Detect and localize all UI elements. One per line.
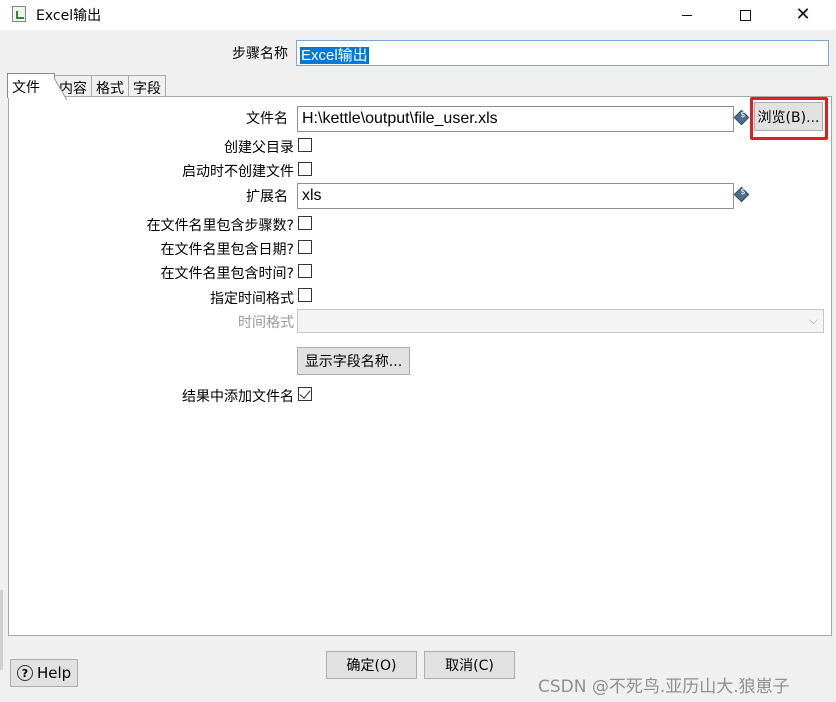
include-stepnr-checkbox[interactable] (298, 216, 312, 230)
include-time-label: 在文件名里包含时间? (160, 266, 294, 282)
close-button[interactable]: ✕ (780, 0, 826, 30)
include-time-checkbox[interactable] (298, 264, 312, 278)
date-format-select[interactable]: ⌵ (297, 309, 824, 333)
step-name-label: 步骤名称 (232, 46, 288, 62)
tab-file[interactable]: 文件 (7, 73, 55, 98)
minimize-button[interactable] (664, 0, 710, 30)
show-field-names-label: 显示字段名称... (304, 354, 403, 370)
no-create-on-start-label: 启动时不创建文件 (182, 164, 294, 180)
background-window-edge (0, 590, 3, 670)
tab-bar: 文件 内容 格式 字段 (7, 73, 166, 98)
browse-highlight-box (750, 97, 828, 140)
extension-input[interactable]: xls (297, 183, 734, 209)
ok-button-label: 确定(O) (346, 658, 397, 674)
filename-label: 文件名 (246, 111, 288, 127)
watermark: CSDN @不死鸟.亚历山大.狼崽子 (538, 677, 790, 697)
close-icon: ✕ (795, 4, 811, 25)
include-date-checkbox[interactable] (298, 240, 312, 254)
step-name-input[interactable]: Excel输出 (296, 40, 829, 66)
chevron-down-icon: ⌵ (808, 313, 818, 327)
cancel-button[interactable]: 取消(C) (424, 651, 515, 679)
extension-label: 扩展名 (246, 189, 288, 205)
excel-output-step-icon (12, 6, 26, 22)
cancel-button-label: 取消(C) (445, 658, 494, 674)
specify-date-format-checkbox[interactable] (298, 288, 312, 302)
add-to-result-label: 结果中添加文件名 (182, 389, 294, 405)
step-name-value: Excel输出 (300, 47, 369, 64)
tab-format[interactable]: 格式 (91, 75, 129, 97)
include-stepnr-label: 在文件名里包含步骤数? (146, 218, 294, 234)
file-tab-panel (8, 96, 832, 636)
excel-output-dialog: Excel输出 ✕ 步骤名称 Excel输出 文件 内容 格式 字段 文件名 H… (0, 0, 836, 702)
minimize-icon (682, 14, 692, 16)
help-icon: ? (17, 665, 33, 681)
create-parent-dir-checkbox[interactable] (298, 138, 312, 152)
no-create-on-start-checkbox[interactable] (298, 162, 312, 176)
filename-input[interactable]: H:\kettle\output\file_user.xls (297, 106, 734, 132)
help-button[interactable]: ? Help (10, 659, 78, 687)
ok-button[interactable]: 确定(O) (326, 651, 417, 679)
tab-fields[interactable]: 字段 (128, 75, 166, 97)
help-label: Help (37, 664, 72, 682)
include-date-label: 在文件名里包含日期? (160, 242, 294, 258)
maximize-icon (739, 9, 751, 21)
create-parent-dir-label: 创建父目录 (224, 140, 294, 156)
show-field-names-button[interactable]: 显示字段名称... (297, 347, 410, 375)
date-format-label: 时间格式 (238, 315, 294, 331)
maximize-button[interactable] (722, 0, 768, 30)
window-title: Excel输出 (36, 8, 102, 24)
title-bar: Excel输出 ✕ (0, 0, 836, 30)
specify-date-format-label: 指定时间格式 (210, 291, 294, 307)
add-to-result-checkbox[interactable] (298, 387, 312, 401)
